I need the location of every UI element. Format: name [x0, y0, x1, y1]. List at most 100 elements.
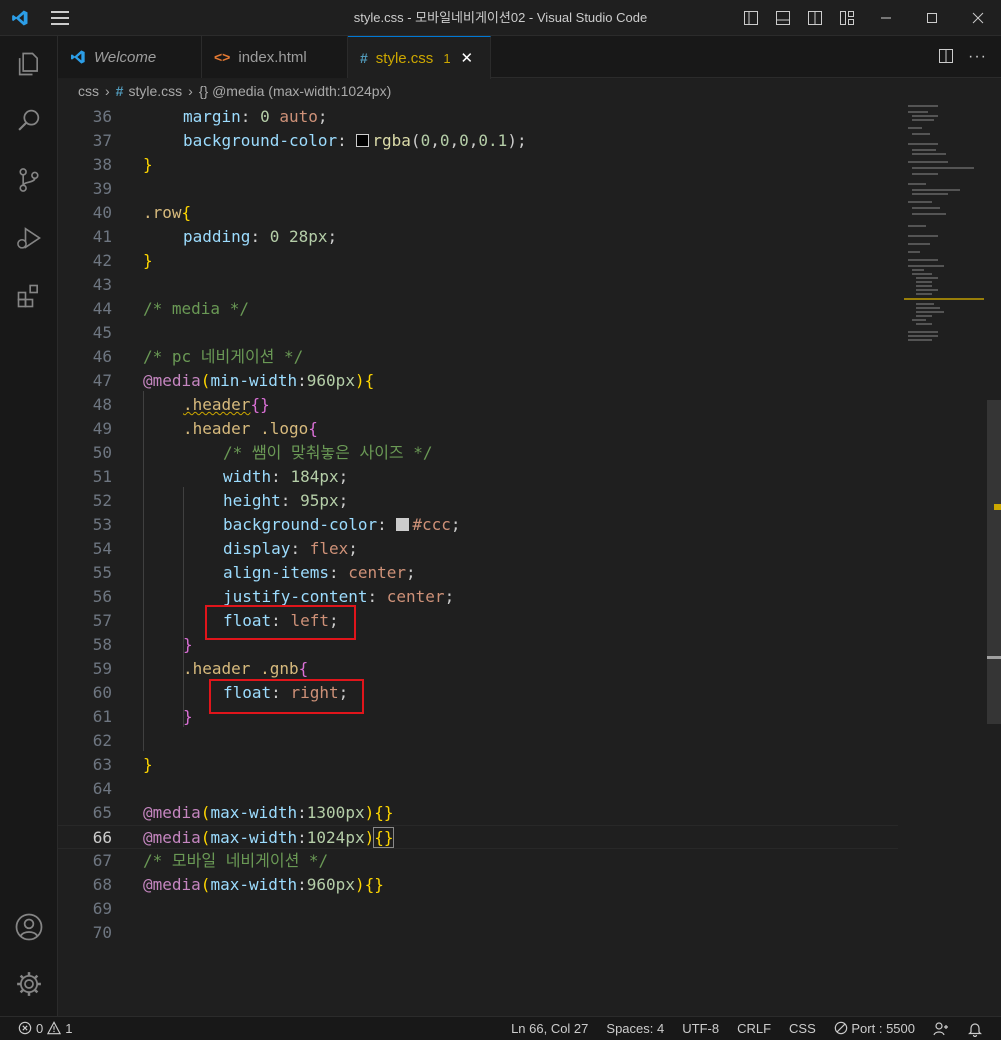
minimap[interactable] [904, 103, 990, 1016]
code-line[interactable]: 59 .header .gnb{ [58, 657, 898, 681]
tab-style-css[interactable]: # style.css 1 ✕ [348, 36, 491, 79]
code-token: {} [364, 875, 384, 894]
code-line[interactable]: 41 padding: 0 28px; [58, 225, 898, 249]
code-line[interactable]: 39 [58, 177, 898, 201]
live-server-port[interactable]: Port : 5500 [834, 1021, 915, 1036]
code-token: 0 [269, 227, 280, 246]
encoding[interactable]: UTF-8 [682, 1021, 719, 1036]
code-line[interactable]: 37 background-color: rgba(0,0,0,0.1); [58, 129, 898, 153]
code-line[interactable]: 36 margin: 0 auto; [58, 105, 898, 129]
code-line[interactable]: 69 [58, 897, 898, 921]
code-line[interactable]: 52 height: 95px; [58, 489, 898, 513]
accounts-feedback-icon[interactable] [933, 1021, 949, 1037]
code-line[interactable]: 60 float: right; [58, 681, 898, 705]
code-token: center [348, 563, 407, 582]
indentation[interactable]: Spaces: 4 [606, 1021, 664, 1036]
code-token: /* 쌤이 맞춰놓은 사이즈 */ [223, 443, 433, 462]
toggle-secondary-sidebar-icon[interactable] [799, 0, 831, 36]
code-line[interactable]: 61} [58, 705, 898, 729]
code-line[interactable]: 40 .row{ [58, 201, 898, 225]
line-number: 61 [92, 707, 112, 726]
code-text: @media(max-width:1024px){} [143, 826, 395, 850]
end-of-line[interactable]: CRLF [737, 1021, 771, 1036]
code-line[interactable]: 47 @media(min-width:960px){ [58, 369, 898, 393]
customize-layout-icon[interactable] [831, 0, 863, 36]
explorer-icon[interactable] [0, 40, 58, 88]
line-number: 51 [92, 467, 112, 486]
breadcrumb-folder[interactable]: css [78, 83, 99, 99]
line-number: 45 [92, 323, 112, 342]
code-line[interactable]: 68 @media(max-width:960px){} [58, 873, 898, 897]
scrollbar-thumb[interactable] [987, 400, 1001, 724]
breadcrumb-file[interactable]: style.css [128, 83, 182, 99]
code-line[interactable]: 50 /* 쌤이 맞춰놓은 사이즈 */ [58, 441, 898, 465]
toggle-primary-sidebar-icon[interactable] [735, 0, 767, 36]
notifications-bell-icon[interactable] [967, 1021, 983, 1037]
code-editor[interactable]: 36 margin: 0 auto; 37 background-color: rgb… [58, 103, 1001, 1016]
accounts-icon[interactable] [0, 903, 58, 951]
code-line[interactable]: 44 /* media */ [58, 297, 898, 321]
source-control-icon[interactable] [0, 156, 58, 204]
code-line[interactable]: 54 display: flex; [58, 537, 898, 561]
problems-indicator[interactable]: 0 1 [0, 1021, 72, 1036]
breadcrumb-symbol[interactable]: {} @media (max-width:1024px) [199, 83, 391, 99]
code-line[interactable]: 57 float: left; [58, 609, 898, 633]
code-text: } [143, 249, 153, 273]
code-token: background-color [183, 131, 338, 150]
color-swatch [396, 518, 410, 531]
cursor-position[interactable]: Ln 66, Col 27 [511, 1021, 588, 1036]
code-line[interactable]: 42} [58, 249, 898, 273]
code-line[interactable]: 65 @media(max-width:1300px){} [58, 801, 898, 825]
code-line[interactable]: 49 .header .logo{ [58, 417, 898, 441]
close-window-icon[interactable] [955, 0, 1001, 36]
code-line[interactable]: 43 [58, 273, 898, 297]
code-line[interactable]: 51 width: 184px; [58, 465, 898, 489]
code-token: ; [516, 131, 527, 150]
minimize-icon[interactable] [863, 0, 909, 36]
editor-scrollbar[interactable] [986, 103, 1001, 1016]
code-line[interactable]: 58} [58, 633, 898, 657]
line-number: 69 [92, 899, 112, 918]
code-line[interactable]: 62 [58, 729, 898, 753]
line-number: 62 [92, 731, 112, 750]
code-line[interactable]: 63} [58, 753, 898, 777]
code-line[interactable]: 67 /* 모바일 네비게이션 */ [58, 849, 898, 873]
run-debug-icon[interactable] [0, 214, 58, 262]
code-token: 184px [290, 467, 339, 486]
more-actions-icon[interactable]: ··· [968, 48, 987, 66]
code-token: : [377, 515, 397, 534]
code-token: : [280, 491, 301, 510]
code-token: : [297, 371, 307, 390]
line-number: 41 [92, 227, 112, 246]
language-mode[interactable]: CSS [789, 1021, 816, 1036]
line-number: 65 [92, 803, 112, 822]
split-editor-icon[interactable] [938, 48, 954, 67]
code-line[interactable]: 45 [58, 321, 898, 345]
tab-index-html[interactable]: <> index.html [202, 36, 348, 78]
code-token: ; [406, 563, 416, 582]
menu-icon[interactable] [40, 0, 80, 36]
manage-gear-icon[interactable] [0, 960, 58, 1008]
code-token: } [143, 251, 153, 270]
code-line[interactable]: 38} [58, 153, 898, 177]
code-line[interactable]: 46 /* pc 네비게이션 */ [58, 345, 898, 369]
code-token: 28px [288, 227, 328, 246]
code-line[interactable]: 70 [58, 921, 898, 945]
code-line[interactable]: 55 align-items: center; [58, 561, 898, 585]
close-tab-icon[interactable]: ✕ [461, 49, 474, 67]
code-line[interactable]: 56 justify-content: center; [58, 585, 898, 609]
vscode-icon [70, 49, 86, 65]
code-text: @media(max-width:960px){} [143, 873, 384, 897]
tab-label: Welcome [94, 48, 157, 66]
extensions-icon[interactable] [0, 272, 58, 320]
code-line[interactable]: 66 @media(max-width:1024px){} [58, 825, 898, 849]
toggle-panel-icon[interactable] [767, 0, 799, 36]
code-line[interactable]: 64 [58, 777, 898, 801]
code-line[interactable]: 48 .header{} [58, 393, 898, 417]
tab-welcome[interactable]: Welcome [58, 36, 202, 78]
code-token: : [250, 227, 270, 246]
code-line[interactable]: 53 background-color: #ccc; [58, 513, 898, 537]
search-icon[interactable] [0, 96, 58, 144]
maximize-icon[interactable] [909, 0, 955, 36]
